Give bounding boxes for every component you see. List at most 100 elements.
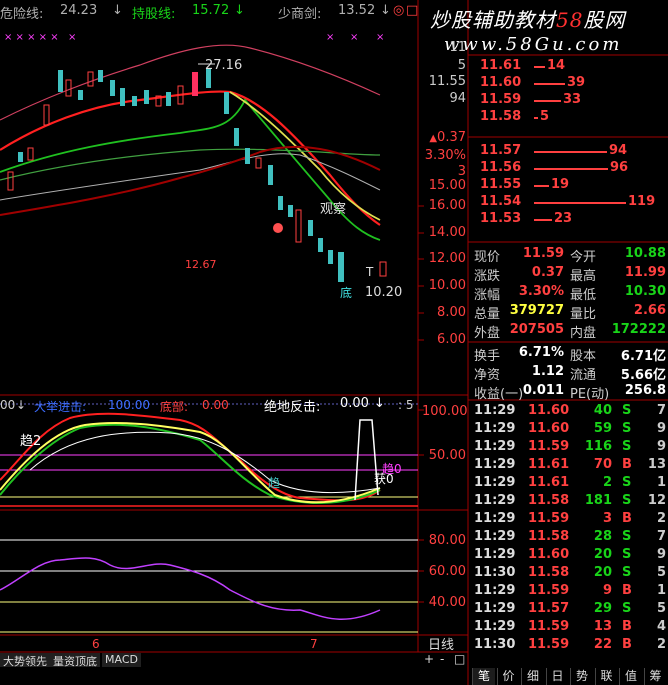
bid-volume-bar — [534, 151, 607, 153]
tick-price: 11.61 — [528, 457, 570, 472]
side-tab[interactable]: 细 — [521, 668, 544, 685]
tab-volume-top-bottom[interactable]: 量资顶底 — [50, 653, 100, 668]
side-tab[interactable]: 值 — [619, 668, 642, 685]
tick-row[interactable]: 11:29 11.61 2 S 1 — [470, 475, 668, 493]
tick-volume: 29 — [593, 601, 612, 616]
overlay-label: 11.55 — [428, 74, 466, 89]
settings-icon[interactable]: ◎ — [393, 3, 404, 18]
tick-price: 11.58 — [528, 529, 570, 544]
tick-price: 11.59 — [528, 637, 570, 652]
fund-label: 流通 — [570, 368, 597, 383]
tick-row[interactable]: 11:29 11.58 181 S 12 — [470, 493, 668, 511]
tick-time: 11:29 — [474, 475, 516, 490]
price-axis-label: 6.00 — [437, 332, 466, 347]
indicator-bar: 危险线: 24.23 ↓ 持股线: 15.72 ↓ 少商剑: 13.52 ↓ ◎… — [0, 0, 420, 22]
quote-label: 最高 — [570, 269, 597, 284]
tick-row[interactable]: 11:30 11.59 22 B 2 — [470, 637, 668, 655]
quote-value: 379727 — [509, 303, 564, 318]
tick-time: 11:29 — [474, 583, 516, 598]
big-entry-label: 大举进击: — [34, 400, 87, 414]
tick-side: B — [622, 511, 632, 526]
side-tab[interactable]: 价 — [496, 668, 520, 685]
mid-panel-right-partial: : 5 — [398, 398, 414, 412]
tick-volume: 40 — [593, 403, 612, 418]
tick-count: 9 — [656, 421, 666, 436]
bottom-value: 0.00 — [202, 398, 229, 412]
ask-volume-bar — [534, 83, 565, 85]
tick-volume: 28 — [593, 529, 612, 544]
tick-side: S — [622, 529, 632, 544]
tick-row[interactable]: 11:29 11.59 13 B 4 — [470, 619, 668, 637]
watermark-line1: 炒股辅助教材58股网 — [430, 8, 626, 32]
ask-volume-bar — [534, 100, 561, 102]
danger-line-label: 危险线: — [0, 7, 44, 22]
fundamentals-row: 换手 6.71% 股本 6.71亿 — [470, 345, 668, 364]
tick-time: 11:30 — [474, 637, 516, 652]
ask-volume: 33 — [563, 92, 582, 107]
mid-panel-left-value: 00 — [0, 398, 16, 412]
period-label[interactable]: 日线 — [428, 634, 454, 653]
tick-volume: 2 — [602, 475, 612, 490]
tick-time: 11:29 — [474, 403, 516, 418]
shaojian-value: 13.52 — [338, 3, 376, 18]
tick-time: 11:29 — [474, 439, 516, 454]
tick-row[interactable]: 11:29 11.58 28 S 7 — [470, 529, 668, 547]
tick-row[interactable]: 11:29 11.60 20 S 9 — [470, 547, 668, 565]
tick-time: 11:29 — [474, 547, 516, 562]
quote-value: 172222 — [611, 322, 666, 337]
tick-time: 11:29 — [474, 619, 516, 634]
gain-label: 获0 — [374, 472, 394, 486]
bid-volume-bar — [534, 202, 626, 204]
tick-volume: 181 — [584, 493, 612, 508]
month-label: 7 — [310, 637, 318, 651]
tick-side: B — [622, 637, 632, 652]
svg-text:×: × — [68, 32, 76, 43]
tick-row[interactable]: 11:29 11.57 29 S 5 — [470, 601, 668, 619]
tick-row[interactable]: 11:29 11.61 70 B 13 — [470, 457, 668, 475]
fund-value: 0.011 — [522, 383, 564, 398]
price-axis-label: 16.00 — [428, 198, 466, 213]
tick-count: 2 — [656, 511, 666, 526]
zoom-in-button[interactable]: + — [424, 652, 434, 666]
tick-row[interactable]: 11:29 11.60 40 S 7 — [470, 403, 668, 421]
tick-volume: 116 — [584, 439, 612, 454]
tick-side: S — [622, 421, 632, 436]
tick-volume: 70 — [593, 457, 612, 472]
side-tab[interactable]: 筹 — [643, 668, 667, 685]
arrow-down-icon: ↓ — [16, 398, 27, 412]
tab-macd[interactable]: MACD — [102, 653, 141, 667]
tick-row[interactable]: 11:29 11.59 3 B 2 — [470, 511, 668, 529]
ask-volume-bar — [534, 66, 545, 68]
bottom-marker: 底 — [340, 286, 353, 300]
box-icon[interactable]: □ — [406, 3, 418, 18]
side-tab[interactable]: 联 — [594, 668, 618, 685]
quote-label: 最低 — [570, 288, 597, 303]
tick-count: 1 — [656, 583, 666, 598]
bid-price: 11.56 — [480, 160, 522, 175]
tick-row[interactable]: 11:29 11.59 9 B 1 — [470, 583, 668, 601]
tick-row[interactable]: 11:29 11.59 116 S 9 — [470, 439, 668, 457]
month-label: 6 — [92, 637, 100, 651]
counter-attack-value: 0.00 — [340, 396, 369, 411]
svg-text:×: × — [326, 32, 334, 43]
quote-row: 涨幅 3.30% 最低 10.30 — [470, 284, 668, 303]
trend-label: 趋2 — [20, 434, 42, 449]
svg-text:× × × × ×: × × × × × — [4, 32, 59, 43]
side-tab[interactable]: 笔 — [472, 668, 495, 685]
ask-price: 11.61 — [480, 58, 522, 73]
box-button[interactable]: □ — [454, 652, 465, 666]
overlay-label: 3.30% — [424, 148, 466, 163]
low-price-label: 10.20 — [365, 285, 403, 300]
danger-line-value: 24.23 — [60, 3, 98, 18]
side-tab[interactable]: 日 — [545, 668, 569, 685]
tick-time: 11:29 — [474, 421, 516, 436]
big-entry-value: 100.00 — [108, 398, 150, 412]
tab-trend-lead[interactable]: 大势领先 — [0, 653, 50, 668]
svg-text:×: × — [350, 32, 358, 43]
ask-price: 11.58 — [480, 109, 522, 124]
side-tab[interactable]: 势 — [570, 668, 593, 685]
tick-row[interactable]: 11:29 11.60 59 S 9 — [470, 421, 668, 439]
tick-row[interactable]: 11:30 11.58 20 S 5 — [470, 565, 668, 583]
tick-price: 11.58 — [528, 493, 570, 508]
zoom-out-button[interactable]: - — [440, 652, 444, 666]
